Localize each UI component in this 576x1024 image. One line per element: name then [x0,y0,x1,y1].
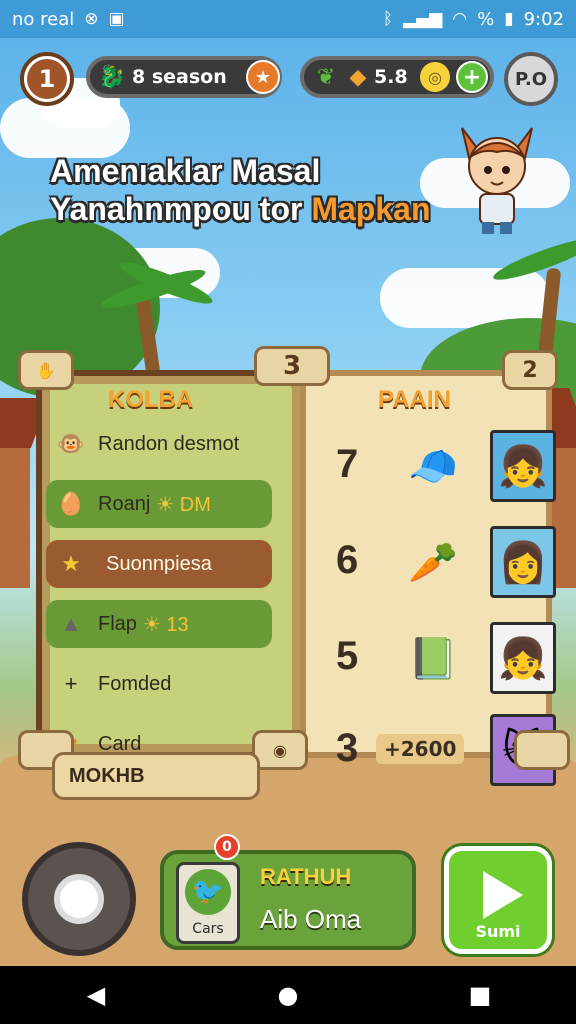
resource-pill: ❦ ◆ 5.8 ◎ + [300,56,494,98]
menu-item-label: Roanj [98,492,151,515]
level-badge[interactable]: 1 [20,52,74,106]
fox-mascot-icon [452,118,542,238]
paw-icon: ✋ [36,360,56,380]
gem-icon: ◆ [349,64,367,90]
right-tab-label: 2 [522,357,538,383]
menu-item-tag: ☀ DM [156,493,211,516]
book-icon: 📗 [408,635,458,682]
season-label: 8 season [132,66,227,88]
profile-button[interactable]: P.O [504,52,558,106]
character-hat-icon: 🧢 [408,443,458,490]
rank-number: 6 [336,538,359,582]
menu-item-flap[interactable]: ▲ Flap ☀ 13 [46,600,272,648]
card-thumb-label: Cars [192,921,224,937]
score-tag: +2600 [376,734,465,764]
card-panel[interactable]: 🐦 Cars RATHUH Aib Oma [160,850,416,950]
ranking-row[interactable]: 5 📗 👧 [322,622,556,702]
orange-hair-girl-icon: 👧 [490,430,556,502]
menu-item-label: Flap [98,612,137,635]
right-heading: PAAIN [378,386,451,413]
bird-icon: 🐦 [185,869,231,915]
resource-value: 5.8 [374,66,408,88]
top-hud: 1 🐉 8 season ★ ❦ ◆ 5.8 ◎ + P.O [0,50,576,106]
add-resource-button[interactable]: + [456,61,488,93]
status-bar: no real ⊗ ▣ ᛒ ▂▄▆ ◠ % ▮ 9:02 [0,0,576,38]
status-time: 9:02 [523,8,564,30]
center-tab-label: 3 [282,351,302,381]
menu-item-roanj[interactable]: 🥚 Roanj ☀ DM [46,480,272,528]
notification-badge: 0 [214,834,240,860]
profile-label: P.O [514,68,548,90]
play-button[interactable]: Sumi [444,846,552,954]
play-label: Sumi [475,922,521,941]
coin-icon: ◎ [420,62,450,92]
menu-item-label: Fomded [98,672,172,695]
signal-icon: ▂▄▆ [403,9,443,29]
corner-tab-right[interactable]: 2 [502,350,558,390]
scroll-label[interactable]: MOKHB [52,752,260,800]
corner-tab-bottom-right [514,730,570,770]
game-board: ✋ 3 2 KOLBA PAAIN 🐵 Randon desmot 🥚 Roan… [18,346,558,786]
dragon-icon: 🐉 [98,64,126,90]
status-carrier-text: no real [12,8,75,30]
leaf-icon: ❦ [316,64,336,90]
ranking-row[interactable]: 6 🥕 👩 [322,526,556,606]
corner-tab-left[interactable]: ✋ [18,350,74,390]
plus-icon: + [64,671,78,696]
play-icon [483,871,523,919]
rank-number: 5 [336,634,359,678]
recents-icon[interactable]: ■ [450,981,510,1009]
corner-tab-center[interactable]: 3 [254,346,330,386]
star-icon[interactable]: ★ [246,60,280,94]
menu-item-fomded[interactable]: + Fomded [46,660,272,708]
battery-icon: ▮ [504,9,514,29]
rock-icon: ▲ [60,611,82,636]
battery-percent: % [477,8,495,30]
title-line-1: Amenıaklar Masal [50,153,321,189]
monkey-icon: 🐵 [57,431,85,456]
carrot-icon: 🥕 [408,539,458,586]
menu-item-suonnpiesa[interactable]: ★ Suonnpiesa [46,540,272,588]
card-title: RATHUH [260,864,352,889]
menu-item-tag: ☀ 13 [142,613,189,636]
stone-icon: ◉ [273,740,287,760]
system-nav-bar: ◀ ● ■ [0,966,576,1024]
star-icon: ★ [61,551,81,576]
left-heading: KOLBA [108,386,194,413]
card-thumbnail[interactable]: 🐦 Cars [176,862,240,944]
bluetooth-icon: ᛒ [382,9,394,29]
menu-item-label: Randon desmot [98,432,240,455]
season-pill[interactable]: 🐉 8 season ★ [86,56,282,98]
menu-item-label: Suonnpiesa [106,552,212,575]
magnifier-icon [54,874,104,924]
level-number: 1 [27,59,67,99]
title-line-2: Yanahnmpou tor [50,191,312,227]
home-icon[interactable]: ● [258,981,318,1009]
rank-number: 3 [336,726,359,770]
image-icon: ▣ [108,9,125,29]
magnifier-button[interactable] [22,842,136,956]
menu-item-random[interactable]: 🐵 Randon desmot [46,420,272,468]
card-subtitle: Aib Oma [260,904,362,934]
notification-icon: ⊗ [84,9,99,29]
egg-icon: 🥚 [57,491,85,516]
corner-tab-bottom-center[interactable]: ◉ [252,730,308,770]
rank-number: 7 [336,442,359,486]
ranking-row[interactable]: 7 🧢 👧 [322,430,556,510]
back-icon[interactable]: ◀ [66,981,126,1009]
wifi-icon: ◠ [452,9,468,29]
red-hat-girl-icon: 👩 [490,526,556,598]
title-accent: Mapkan [311,191,431,227]
brown-hair-girl-icon: 👧 [490,622,556,694]
menu-list: 🐵 Randon desmot 🥚 Roanj ☀ DM ★ Suonnpies… [46,420,272,780]
page-title: Amenıaklar Masal Yanahnmpou tor Mapkan [50,152,430,228]
